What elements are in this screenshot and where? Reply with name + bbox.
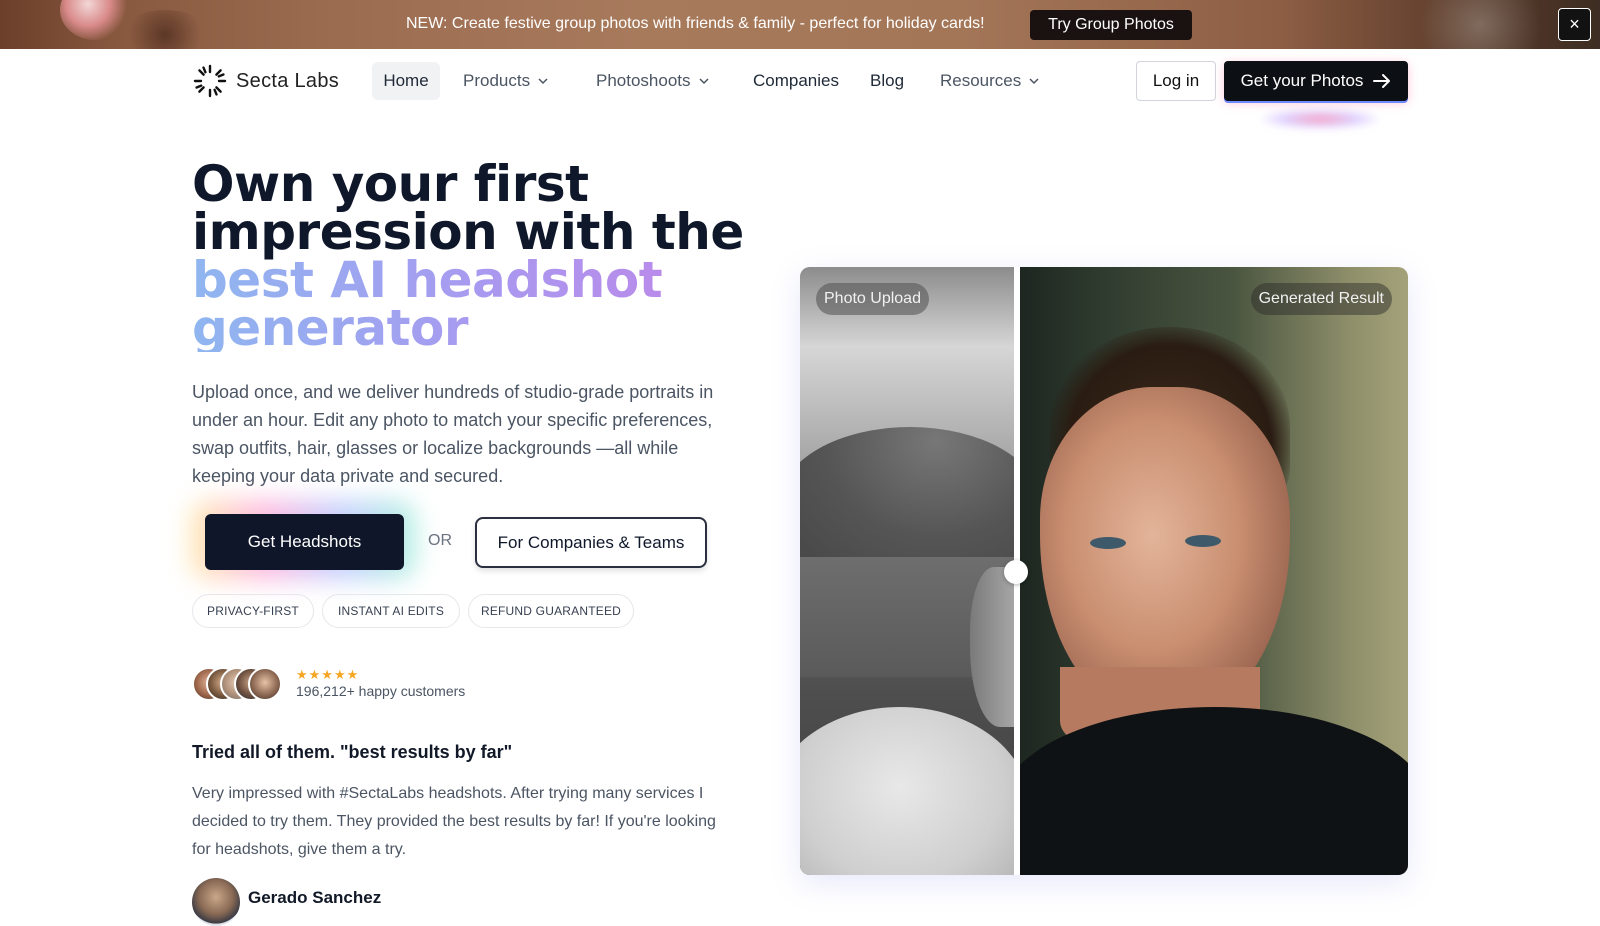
uploaded-photo — [800, 267, 1014, 875]
nav-resources[interactable]: Resources — [940, 62, 1039, 100]
reviewer-avatar — [192, 878, 240, 926]
get-your-photos-label: Get your Photos — [1240, 71, 1364, 90]
brand-logo[interactable]: Secta Labs — [192, 63, 339, 99]
button-glow — [1260, 109, 1380, 129]
close-icon: × — [1569, 14, 1580, 34]
headline-line: impression with the — [192, 203, 744, 261]
generated-headshot — [1020, 267, 1408, 875]
get-headshots-button[interactable]: Get Headshots — [205, 514, 404, 570]
arrow-right-icon — [1373, 74, 1391, 88]
avatar — [248, 667, 282, 701]
chevron-down-icon — [1029, 78, 1039, 85]
reviewer-name: Gerado Sanchez — [248, 888, 382, 907]
chevron-down-icon — [538, 78, 548, 85]
generated-result-badge: Generated Result — [1250, 283, 1392, 315]
nav-home-label: Home — [383, 71, 429, 90]
comparison-slider-handle[interactable] — [1004, 560, 1028, 584]
photo-upload-badge: Photo Upload — [816, 283, 929, 315]
headline-line: Own your first — [192, 155, 589, 213]
photo-face — [970, 567, 1014, 727]
star-rating: ★★★★★ — [296, 667, 360, 682]
nav-photoshoots-label: Photoshoots — [596, 71, 691, 90]
nav-home[interactable]: Home — [372, 62, 440, 100]
hero-subtext: Upload once, and we deliver hundreds of … — [192, 382, 714, 486]
brand-name: Secta Labs — [236, 69, 340, 92]
close-banner-button[interactable]: × — [1558, 8, 1591, 41]
photo-hills — [800, 427, 1014, 577]
banner-decoration — [120, 10, 210, 49]
nav-photoshoots[interactable]: Photoshoots — [596, 62, 709, 100]
chevron-down-icon — [698, 78, 709, 85]
feature-pill: REFUND GUARANTEED — [468, 594, 634, 628]
happy-customers-count: 196,212+ happy customers — [296, 683, 466, 699]
headshot-eye — [1185, 535, 1221, 547]
before-after-comparison[interactable]: Photo Upload Generated Result — [800, 267, 1408, 875]
banner-decoration — [1400, 0, 1560, 49]
try-group-photos-button[interactable]: Try Group Photos — [1030, 10, 1192, 40]
nav-products-label: Products — [463, 71, 531, 90]
hero-headline: Own your first impression with the best … — [192, 155, 752, 353]
secta-logo-icon — [193, 64, 227, 98]
login-button[interactable]: Log in — [1136, 61, 1216, 101]
headline-highlight: generator — [192, 303, 752, 353]
announcement-banner: NEW: Create festive group photos with fr… — [0, 0, 1600, 49]
feature-pill: INSTANT AI EDITS — [322, 594, 460, 628]
testimonial-title: Tried all of them. "best results by far" — [192, 742, 513, 762]
top-navigation: Secta Labs Home Products Photoshoots Com… — [0, 49, 1600, 129]
or-separator: OR — [428, 532, 452, 549]
nav-companies[interactable]: Companies — [753, 62, 839, 100]
companies-teams-button[interactable]: For Companies & Teams — [475, 517, 707, 568]
nav-blog[interactable]: Blog — [870, 62, 904, 100]
nav-companies-label: Companies — [753, 71, 839, 90]
headshot-eye — [1090, 537, 1126, 549]
testimonial-body: Very impressed with #SectaLabs headshots… — [192, 785, 716, 858]
banner-text: NEW: Create festive group photos with fr… — [406, 15, 985, 32]
headshot-sweater — [1020, 707, 1408, 875]
feature-pill: PRIVACY-FIRST — [192, 594, 314, 628]
nav-blog-label: Blog — [870, 71, 905, 90]
nav-resources-label: Resources — [940, 71, 1022, 90]
headline-highlight: best AI headshot — [192, 255, 752, 305]
get-your-photos-button[interactable]: Get your Photos — [1224, 61, 1408, 101]
customer-avatars — [192, 667, 292, 701]
photo-shirt — [800, 707, 1014, 875]
nav-products[interactable]: Products — [463, 62, 548, 100]
